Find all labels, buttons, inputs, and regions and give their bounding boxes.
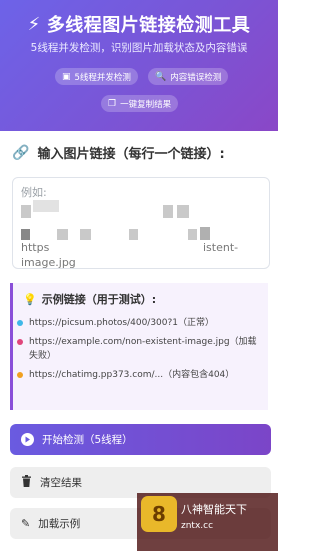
badge-multithread: ▣ 5线程并发检测 [55, 68, 138, 85]
bullet-dot [17, 320, 23, 326]
chip-icon: ▣ [62, 71, 71, 82]
lightbulb-icon: 💡 [23, 292, 37, 306]
link-icon: 🔗 [12, 144, 30, 161]
badge-copy-results: ❐ 一键复制结果 [101, 95, 179, 112]
examples-title-text: 示例链接（用于测试）: [41, 293, 157, 306]
app-title-text: 多线程图片链接检测工具 [46, 15, 251, 36]
start-check-label: 开始检测（5线程） [42, 434, 133, 446]
input-section-title: 🔗 输入图片链接（每行一个链接）: [12, 143, 225, 163]
bullet-dot [17, 339, 23, 345]
example-link-1-text: https://picsum.photos/400/300?1（正常） [29, 318, 215, 328]
example-link-3-text: https://chatimg.pp373.com/...（内容包含404） [29, 370, 235, 380]
input-section-title-text: 输入图片链接（每行一个链接）: [37, 147, 225, 162]
input-section: 🔗 输入图片链接（每行一个链接）: 例如: https istent- imag… [0, 131, 278, 279]
placeholder-line-2: https [21, 241, 50, 254]
example-link-2[interactable]: https://example.com/non-existent-image.j… [17, 335, 261, 363]
badge-content-error: 🔍 内容错误检测 [148, 68, 229, 85]
copy-icon: ❐ [108, 98, 117, 109]
example-link-3[interactable]: https://chatimg.pp373.com/...（内容包含404） [17, 368, 261, 382]
links-textarea[interactable]: 例如: https istent- image.jpg [12, 177, 270, 269]
watermark-text-1: 八神智能天下 [181, 503, 247, 516]
clear-results-label: 清空结果 [40, 477, 82, 489]
placeholder-line-4: image.jpg [21, 256, 76, 269]
placeholder-line-3: istent- [203, 241, 239, 254]
load-examples-label: 加载示例 [38, 518, 81, 530]
app-title: ⚡ 多线程图片链接检测工具 [0, 11, 278, 37]
play-icon [21, 433, 34, 446]
badge-content-error-label: 内容错误检测 [170, 72, 222, 83]
example-link-2-text: https://example.com/non-existent-image.j… [29, 337, 257, 361]
watermark-logo: 8 [141, 496, 177, 532]
examples-box: 💡 示例链接（用于测试）: https://picsum.photos/400/… [10, 283, 268, 410]
watermark-overlay: 8 八神智能天下 zntx.cc [137, 493, 278, 551]
example-link-1[interactable]: https://picsum.photos/400/300?1（正常） [17, 316, 261, 330]
bullet-dot [17, 372, 23, 378]
pencil-icon: ✎ [21, 517, 31, 530]
badge-multithread-label: 5线程并发检测 [74, 72, 131, 83]
search-icon: 🔍 [155, 71, 167, 82]
watermark-text-2: zntx.cc [181, 521, 214, 531]
badge-copy-results-label: 一键复制结果 [120, 99, 172, 110]
lightning-icon: ⚡ [27, 13, 41, 35]
examples-title: 💡 示例链接（用于测试）: [23, 291, 156, 307]
start-check-button[interactable]: 开始检测（5线程） [10, 424, 271, 455]
app-subtitle: 5线程并发检测，识别图片加载状态及内容错误 [30, 42, 248, 54]
placeholder-line-1: 例如: [21, 186, 47, 199]
trash-icon [21, 475, 32, 490]
header-banner: ⚡ 多线程图片链接检测工具 5线程并发检测，识别图片加载状态及内容错误 ▣ 5线… [0, 0, 278, 131]
